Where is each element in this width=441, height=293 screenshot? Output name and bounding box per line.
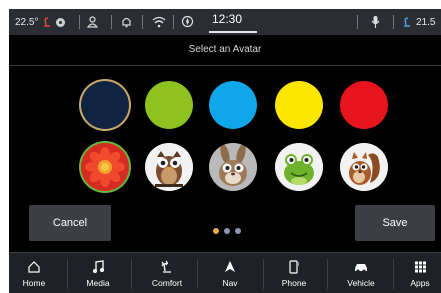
page-indicator (213, 228, 241, 236)
status-divider (111, 15, 112, 29)
avatar-frog[interactable] (275, 143, 323, 191)
rabbit-icon (209, 143, 257, 191)
avatar-navy[interactable] (81, 81, 129, 129)
avatar-red[interactable] (340, 81, 388, 129)
home-icon (28, 261, 40, 273)
bell-icon[interactable] (121, 16, 132, 28)
cancel-button[interactable]: Cancel (29, 205, 111, 241)
status-divider (173, 15, 174, 29)
nav-divider (131, 259, 132, 289)
page-title: Select an Avatar (188, 44, 262, 55)
page-dot (235, 228, 241, 234)
nav-label: Comfort (151, 278, 183, 288)
seat-heat-icon (44, 17, 51, 27)
avatar-squirrel[interactable] (340, 143, 388, 191)
nav-label: Apps (410, 278, 430, 288)
page-dot-active (213, 228, 219, 234)
wifi-icon[interactable] (152, 16, 166, 28)
divider (9, 65, 441, 66)
nav-vehicle[interactable]: Vehicle (335, 253, 387, 293)
avatar-green[interactable] (145, 81, 193, 129)
temp-right: 21.5 (416, 16, 436, 28)
navigation-arrow-icon (225, 261, 235, 272)
nav-divider (67, 259, 68, 289)
nav-label: Media (86, 278, 110, 288)
avatar-yellow[interactable] (275, 81, 323, 129)
status-divider (393, 15, 394, 29)
status-divider (79, 15, 80, 29)
nav-label: Nav (222, 278, 238, 288)
screen: 22.5° 12:30 21.5 Select an Avatar Cancel… (9, 9, 441, 293)
owl-icon (145, 143, 193, 191)
nav-divider (327, 259, 328, 289)
status-divider (357, 15, 358, 29)
clock: 12:30 (212, 12, 243, 26)
apps-grid-icon (414, 261, 426, 273)
clock-underline (209, 31, 257, 33)
phone-icon (289, 260, 299, 274)
nav-divider (197, 259, 198, 289)
avatar-flower[interactable] (81, 143, 129, 191)
music-note-icon (93, 260, 104, 273)
squirrel-icon (340, 143, 388, 191)
bottom-nav: Home Media Comfort Nav Phone Vehicle App… (9, 252, 441, 293)
climate-left[interactable]: 22.5° (15, 9, 66, 35)
seat-heat-icon (404, 17, 410, 27)
nav-nav[interactable]: Nav (205, 253, 255, 293)
nav-comfort[interactable]: Comfort (137, 253, 197, 293)
nav-label: Vehicle (347, 278, 375, 288)
avatar-rabbit[interactable] (209, 143, 257, 191)
climate-right[interactable]: 21.5 (401, 9, 435, 35)
frog-icon (275, 143, 323, 191)
profile-icon[interactable] (87, 16, 98, 28)
save-button[interactable]: Save (355, 205, 435, 241)
fan-icon (56, 17, 66, 27)
nav-divider (393, 259, 394, 289)
status-divider (142, 15, 143, 29)
nav-divider (263, 259, 264, 289)
nav-apps[interactable]: Apps (399, 253, 441, 293)
flower-icon (81, 143, 129, 191)
temp-left: 22.5° (15, 16, 39, 28)
compass-icon[interactable] (181, 15, 194, 28)
status-bar: 22.5° 12:30 21.5 (9, 9, 441, 35)
avatar-blue[interactable] (209, 81, 257, 129)
avatar-owl[interactable] (145, 143, 193, 191)
microphone-icon[interactable] (371, 15, 380, 29)
nav-label: Home (22, 278, 46, 288)
nav-home[interactable]: Home (9, 253, 59, 293)
seat-heat-icon (161, 260, 171, 273)
car-icon (355, 264, 367, 273)
page-dot (224, 228, 230, 234)
nav-media[interactable]: Media (73, 253, 123, 293)
nav-label: Phone (281, 278, 307, 288)
nav-phone[interactable]: Phone (269, 253, 319, 293)
